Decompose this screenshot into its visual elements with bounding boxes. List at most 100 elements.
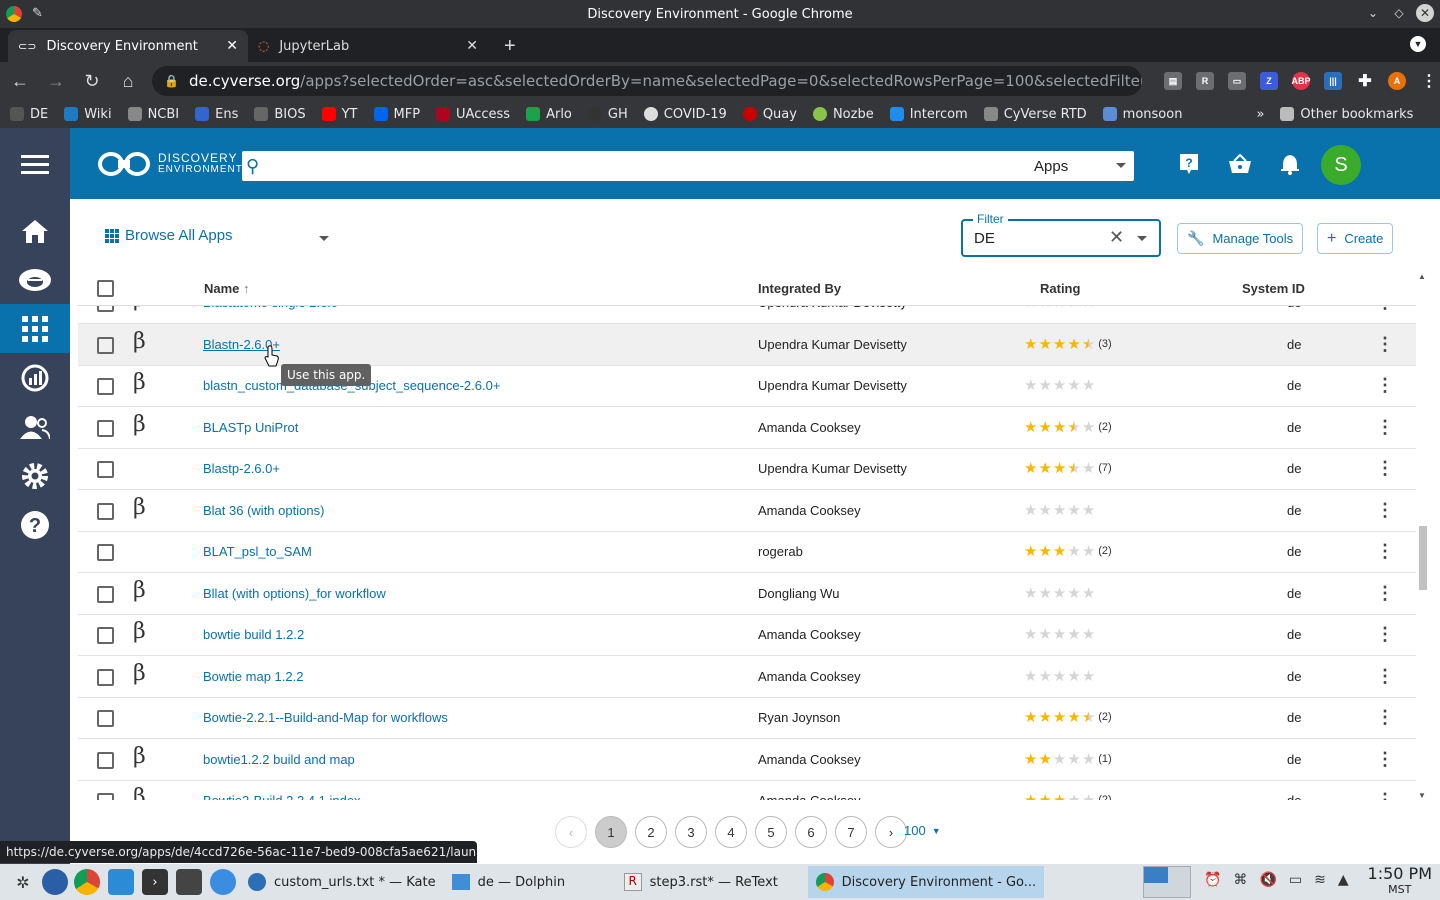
desktop-pager[interactable]	[1143, 866, 1191, 898]
reload-icon[interactable]: ↻	[76, 65, 108, 97]
page-7-button[interactable]: 7	[835, 816, 867, 848]
row-checkbox[interactable]	[97, 751, 114, 769]
table-row[interactable]: β bowtie1.2.2 build and map Amanda Cooksey…	[78, 739, 1416, 781]
star-icon[interactable]: ★	[1038, 708, 1051, 726]
bookmark-wiki[interactable]: Wiki	[64, 107, 112, 122]
table-row[interactable]: Bowtie-2.2.1--Build-and-Map for workflow…	[78, 697, 1416, 739]
star-icon[interactable]: ★	[1082, 376, 1095, 394]
extensions-puzzle-icon[interactable]: ✚	[1356, 72, 1374, 90]
pin-icon[interactable]: ✎	[32, 6, 43, 22]
row-menu-icon[interactable]: ⋮	[1376, 749, 1394, 770]
row-checkbox[interactable]	[97, 502, 114, 520]
rating-stars[interactable]: ★★★★★	[1024, 501, 1098, 519]
column-header-integrated-by[interactable]: Integrated By	[758, 281, 841, 296]
extension-card-icon[interactable]: ▭	[1228, 72, 1246, 90]
star-icon[interactable]: ★	[1053, 418, 1066, 436]
bag-button[interactable]	[1227, 151, 1253, 177]
chevron-down-icon[interactable]	[319, 236, 329, 241]
filter-value[interactable]: DE	[974, 230, 995, 247]
star-icon[interactable]: ★	[1082, 501, 1095, 519]
star-icon[interactable]: ★	[1053, 335, 1066, 353]
row-menu-icon[interactable]: ⋮	[1376, 375, 1394, 396]
row-checkbox[interactable]	[97, 668, 114, 686]
bookmark-bios[interactable]: BIOS	[254, 107, 306, 122]
star-icon[interactable]: ★	[1053, 459, 1066, 477]
row-menu-icon[interactable]: ⋮	[1376, 707, 1394, 728]
star-icon[interactable]: ★	[1024, 418, 1037, 436]
bookmark-nozbe[interactable]: Nozbe	[812, 107, 874, 122]
bookmark-uaccess[interactable]: UAccess	[436, 107, 510, 122]
user-avatar[interactable]: S	[1321, 145, 1361, 185]
app-name-link[interactable]: BLASTp UniProt	[203, 420, 298, 435]
star-icon[interactable]: ★	[1053, 708, 1066, 726]
page-5-button[interactable]: 5	[755, 816, 787, 848]
table-row[interactable]: β bowtie build 1.2.2 Amanda Cooksey ★ ★ ★ ★ ★ de…	[78, 614, 1416, 656]
scroll-down-icon[interactable]: ▼	[1418, 791, 1426, 800]
star-icon[interactable]: ★	[1024, 584, 1037, 602]
alarm-icon[interactable]: ⏰	[1204, 872, 1221, 888]
star-icon[interactable]: ★	[1038, 335, 1051, 353]
task-retext[interactable]: R step3.rst* — ReText	[616, 866, 808, 898]
row-menu-icon[interactable]: ⋮	[1376, 541, 1394, 562]
star-icon[interactable]: ★	[1024, 306, 1037, 311]
chrome-icon[interactable]	[74, 869, 100, 895]
star-icon[interactable]: ★	[1053, 667, 1066, 685]
sidebar-item-teams[interactable]	[0, 402, 70, 451]
close-window-icon[interactable]: ✕	[1416, 4, 1434, 22]
chrome-menu-icon[interactable]: ⋮	[1420, 72, 1438, 90]
star-icon[interactable]: ★	[1082, 708, 1095, 726]
rating-stars[interactable]: ★★★★★	[1024, 376, 1098, 394]
star-icon[interactable]: ★	[1024, 501, 1037, 519]
rating-stars[interactable]: ★★★★★(2)	[1024, 418, 1112, 436]
star-icon[interactable]: ★	[1024, 459, 1037, 477]
row-menu-icon[interactable]: ⋮	[1376, 624, 1394, 645]
star-icon[interactable]: ★	[1082, 584, 1095, 602]
home-icon[interactable]: ⌂	[112, 65, 144, 97]
battery-icon[interactable]: ▭	[1289, 872, 1302, 888]
star-icon[interactable]: ★	[1038, 542, 1051, 560]
bookmark-monsoon[interactable]: monsoon	[1102, 107, 1182, 122]
star-icon[interactable]: ★	[1067, 584, 1080, 602]
table-row[interactable]: βblastn_custom_database_subject_sequence…	[78, 365, 1416, 407]
star-icon[interactable]: ★	[1053, 501, 1066, 519]
rating-stars[interactable]: ★★★★★	[1024, 584, 1098, 602]
star-icon[interactable]: ★	[1038, 625, 1051, 643]
forward-icon[interactable]: →	[40, 65, 72, 97]
next-page-button[interactable]: ›	[875, 816, 907, 848]
extension-z-icon[interactable]: Z	[1260, 72, 1278, 90]
star-icon[interactable]: ★	[1053, 750, 1066, 768]
star-icon[interactable]: ★	[1082, 418, 1095, 436]
tab-search-icon[interactable]: ▼	[1410, 36, 1426, 52]
table-row[interactable]: β Blastatomo single 2.6.0+ Upendra Kumar D…	[78, 306, 1416, 324]
page-4-button[interactable]: 4	[715, 816, 747, 848]
row-menu-icon[interactable]: ⋮	[1376, 500, 1394, 521]
row-checkbox[interactable]	[97, 336, 114, 354]
extension-r-icon[interactable]: R	[1196, 72, 1214, 90]
row-checkbox[interactable]	[97, 544, 114, 561]
scrollbar-thumb[interactable]	[1419, 526, 1427, 590]
wifi-icon[interactable]: ≋	[1314, 872, 1326, 888]
adblock-icon[interactable]: ABP	[1292, 72, 1311, 90]
bookmark-ncbi[interactable]: NCBI	[127, 107, 179, 122]
close-tab-icon[interactable]: ✕	[466, 38, 478, 54]
bookmark-gh[interactable]: GH	[587, 107, 628, 122]
app-name-link[interactable]: Blastatomo single 2.6.0+	[203, 306, 346, 310]
star-icon[interactable]: ★	[1038, 459, 1051, 477]
sidebar-item-analyses[interactable]	[0, 353, 70, 402]
lock-icon[interactable]: 🔒	[164, 74, 179, 88]
globe-icon[interactable]	[210, 869, 236, 895]
star-icon[interactable]: ★	[1082, 791, 1095, 800]
task-chrome[interactable]: Discovery Environment - Go...	[807, 866, 1045, 898]
app-name-link[interactable]: bowtie1.2.2 build and map	[203, 752, 355, 767]
prev-page-button[interactable]: ‹	[555, 816, 587, 848]
address-bar[interactable]: 🔒 de.cyverse.org/apps?selectedOrder=asc&…	[152, 66, 1142, 96]
files-icon[interactable]	[108, 869, 134, 895]
sidebar-item-help[interactable]: ?	[0, 500, 70, 549]
other-bookmarks[interactable]: Other bookmarks	[1280, 107, 1413, 122]
close-tab-icon[interactable]: ✕	[226, 38, 238, 54]
maximize-icon[interactable]: ◇	[1390, 4, 1408, 22]
star-icon[interactable]: ★	[1024, 791, 1037, 800]
table-row[interactable]: β Bowtie2-Build 2.3.4.1 index Amanda Cooks…	[78, 780, 1416, 800]
clock[interactable]: 1:50 PM MST	[1368, 866, 1432, 898]
row-menu-icon[interactable]: ⋮	[1376, 666, 1394, 687]
